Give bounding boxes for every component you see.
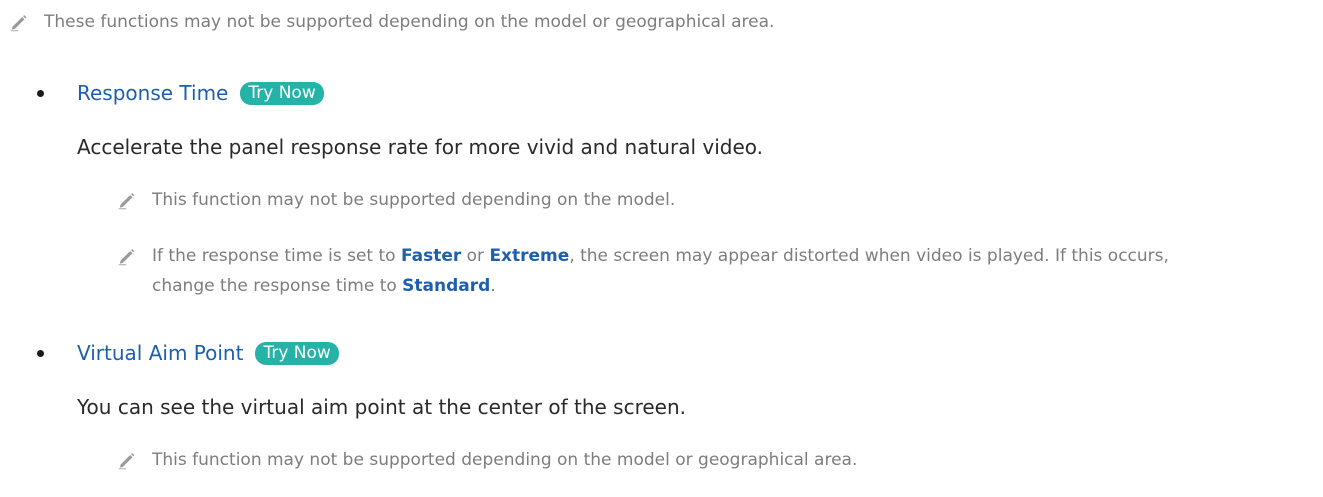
response-time-note-1-text: This function may not be supported depen… [152,190,676,210]
response-time-link[interactable]: Response Time [77,81,228,105]
response-time-item: Response Time Try Now [37,81,324,105]
intro-note: These functions may not be supported dep… [8,7,774,37]
note-text-segment: or [461,246,490,266]
virtual-aim-point-item: Virtual Aim Point Try Now [37,341,339,365]
note-text-segment: , the screen may appear distorted when v… [569,246,1169,266]
extreme-option: Extreme [489,246,570,266]
bullet-icon [37,89,44,97]
response-time-note-1: This function may not be supported depen… [116,185,675,215]
response-time-note-2-text: If the response time is set to Faster or… [152,241,1169,301]
note-text-segment: . [490,276,496,296]
virtual-aim-point-note-1-text: This function may not be supported depen… [152,450,858,470]
pencil-icon [118,453,135,470]
virtual-aim-point-note-1: This function may not be supported depen… [116,445,857,475]
response-time-try-now-button[interactable]: Try Now [240,81,324,105]
virtual-aim-point-try-now-button[interactable]: Try Now [255,341,339,365]
pencil-icon [118,249,135,266]
faster-option: Faster [400,246,462,266]
response-time-note-2: If the response time is set to Faster or… [116,241,1169,301]
virtual-aim-point-description: You can see the virtual aim point at the… [77,395,686,419]
intro-note-text: These functions may not be supported dep… [44,12,775,32]
pencil-icon [118,193,135,210]
note-text-segment: If the response time is set to [152,246,401,266]
pencil-icon [10,15,27,32]
virtual-aim-point-link[interactable]: Virtual Aim Point [77,341,243,365]
standard-option: Standard [402,276,491,296]
note-text-segment: change the response time to [152,276,403,296]
bullet-icon [37,349,44,357]
response-time-description: Accelerate the panel response rate for m… [77,135,763,159]
